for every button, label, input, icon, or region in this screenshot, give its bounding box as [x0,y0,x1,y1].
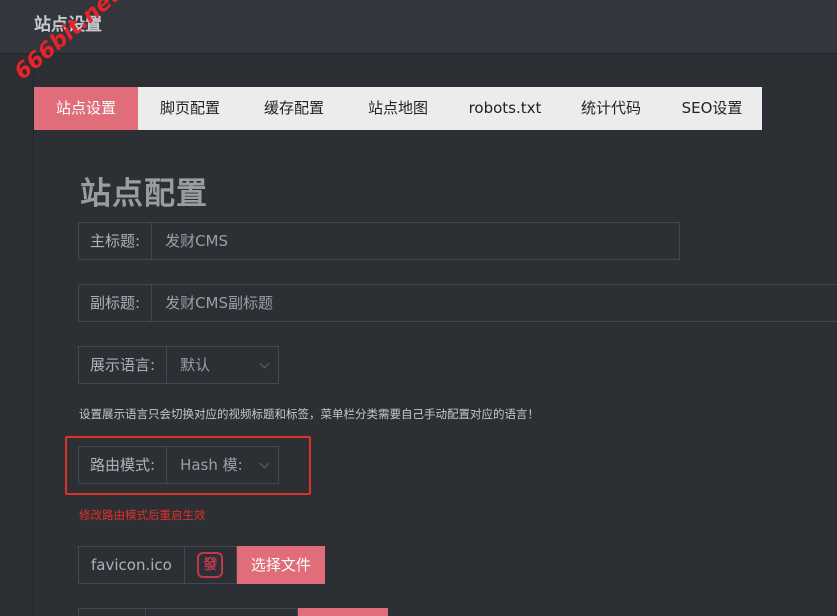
route-hint: 修改路由模式后重启生效 [79,508,206,522]
next-upload-row [78,608,388,616]
favicon-preview: 發 [184,546,237,584]
top-bar: 站点设置 [0,0,837,54]
next-upload-button[interactable] [298,608,388,616]
main-title-field: 主标题: 发财CMS [78,222,680,260]
language-hint: 设置展示语言只会切换对应的视频标题和标签，菜单栏分类需要自己手动配置对应的语言！ [79,407,539,421]
route-select[interactable]: Hash 模: [167,447,278,483]
tab-stats-code[interactable]: 统计代码 [560,87,662,130]
route-select-value: Hash 模: [180,456,243,474]
language-select[interactable]: 默认 [167,347,278,383]
favicon-label: favicon.ico [78,546,185,584]
next-upload-preview [146,608,298,616]
next-upload-label [78,608,146,616]
language-field: 展示语言: 默认 [78,346,279,384]
favicon-icon: 發 [197,552,224,578]
tab-site-settings[interactable]: 站点设置 [34,87,138,130]
chevron-down-icon [259,458,270,469]
tab-sitemap[interactable]: 站点地图 [346,87,450,130]
tab-seo-settings[interactable]: SEO设置 [662,87,762,130]
tab-footer-config[interactable]: 脚页配置 [138,87,242,130]
language-label: 展示语言: [79,347,168,383]
route-label: 路由模式: [79,447,168,483]
chevron-down-icon [259,358,270,369]
tab-cache-config[interactable]: 缓存配置 [242,87,346,130]
language-select-value: 默认 [180,356,211,374]
favicon-upload: favicon.ico 發 选择文件 [78,546,325,584]
sub-title-label: 副标题: [79,285,153,321]
left-gutter [0,55,34,616]
route-field: 路由模式: Hash 模: [78,446,279,484]
sub-title-field: 副标题: 发财CMS副标题 [78,284,837,322]
settings-tabs: 站点设置 脚页配置 缓存配置 站点地图 robots.txt 统计代码 SEO设… [34,87,762,130]
section-title: 站点配置 [80,176,208,212]
main-title-label: 主标题: [79,223,153,259]
choose-file-button[interactable]: 选择文件 [236,546,325,584]
sub-title-input[interactable]: 发财CMS副标题 [152,285,837,321]
main-title-input[interactable]: 发财CMS [152,223,679,259]
tab-robots[interactable]: robots.txt [450,87,560,130]
